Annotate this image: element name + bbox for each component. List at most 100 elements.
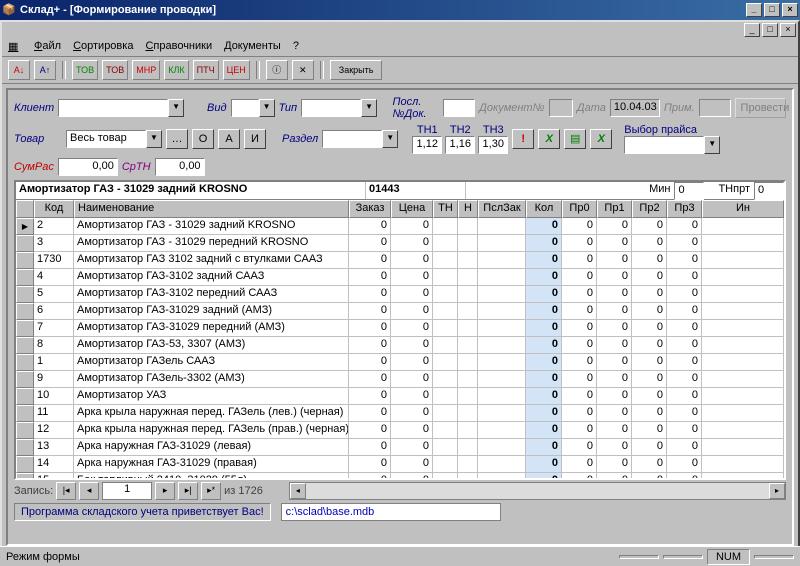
- col-cena[interactable]: Цена: [391, 200, 433, 218]
- tn1-label: ТН1: [412, 124, 442, 136]
- close-form-button[interactable]: Закрыть: [330, 60, 383, 80]
- mnr-button[interactable]: МНР: [132, 60, 160, 80]
- table-row[interactable]: 1Амортизатор ГАЗель СААЗ0000000: [16, 354, 784, 371]
- chevron-down-icon[interactable]: ▼: [361, 99, 377, 117]
- tn2-label: ТН2: [445, 124, 475, 136]
- table-row[interactable]: 11Арка крыла наружная перед. ГАЗель (лев…: [16, 405, 784, 422]
- sort-desc-button[interactable]: A↑: [34, 60, 56, 80]
- table-row[interactable]: 2Амортизатор ГАЗ - 31029 задний KROSNO00…: [16, 218, 784, 235]
- tovar-o-button[interactable]: О: [192, 129, 214, 149]
- maximize-button[interactable]: □: [764, 3, 780, 17]
- col-in[interactable]: Ин: [702, 200, 784, 218]
- tovar-i-button[interactable]: И: [244, 129, 266, 149]
- col-pr0[interactable]: Пр0: [562, 200, 597, 218]
- table-row[interactable]: 14Арка наружная ГАЗ-31029 (правая)000000…: [16, 456, 784, 473]
- col-kol[interactable]: Кол: [526, 200, 562, 218]
- col-kod[interactable]: Код: [34, 200, 74, 218]
- col-pr1[interactable]: Пр1: [597, 200, 632, 218]
- mdi-maximize-button[interactable]: □: [762, 23, 778, 37]
- excel1-button[interactable]: X: [538, 129, 560, 149]
- col-pr2[interactable]: Пр2: [632, 200, 667, 218]
- menu-ref[interactable]: Справочники: [145, 40, 212, 54]
- nav-next-button[interactable]: ▸: [155, 482, 175, 500]
- client-combo[interactable]: ▼: [58, 99, 184, 117]
- tovar-dots-button[interactable]: …: [166, 129, 188, 149]
- mdi-minimize-button[interactable]: _: [744, 23, 760, 37]
- tov1-button[interactable]: ТОВ: [72, 60, 98, 80]
- chevron-down-icon[interactable]: ▼: [146, 130, 162, 148]
- min-label: Мин: [645, 182, 674, 199]
- table-row[interactable]: 8Амортизатор ГАЗ-53, 3307 (АМЗ)0000000: [16, 337, 784, 354]
- ptch-button[interactable]: ПТЧ: [193, 60, 219, 80]
- table-row[interactable]: 9Амортизатор ГАЗель-3302 (АМЗ)0000000: [16, 371, 784, 388]
- x-button[interactable]: ✕: [292, 60, 314, 80]
- menu-sort[interactable]: Сортировка: [73, 40, 133, 54]
- chevron-down-icon[interactable]: ▼: [168, 99, 184, 117]
- prim-field: [699, 99, 731, 117]
- tovar-a-button[interactable]: А: [218, 129, 240, 149]
- col-n[interactable]: Н: [458, 200, 478, 218]
- sheet-button[interactable]: ▤: [564, 129, 586, 149]
- nav-new-button[interactable]: ▸*: [201, 482, 221, 500]
- cen-button[interactable]: ЦЕН: [223, 60, 250, 80]
- excel2-button[interactable]: X: [590, 129, 612, 149]
- nav-current[interactable]: 1: [102, 482, 152, 500]
- chevron-down-icon[interactable]: ▼: [259, 99, 275, 117]
- sumras-field[interactable]: 0,00: [58, 158, 118, 176]
- grid-selected-code: 01443: [366, 182, 466, 199]
- mdi-close-button[interactable]: ×: [780, 23, 796, 37]
- table-row[interactable]: 3Амортизатор ГАЗ - 31029 передний KROSNO…: [16, 235, 784, 252]
- table-row[interactable]: 13Арка наружная ГАЗ-31029 (левая)0000000: [16, 439, 784, 456]
- col-zakaz[interactable]: Заказ: [349, 200, 391, 218]
- table-row[interactable]: 15Бак топливный 2410, 31029 (55л)0000000: [16, 473, 784, 480]
- table-row[interactable]: 1730Амортизатор ГАЗ 3102 задний с втулка…: [16, 252, 784, 269]
- table-row[interactable]: 7Амортизатор ГАЗ-31029 передний (АМЗ)000…: [16, 320, 784, 337]
- menu-docs[interactable]: Документы: [224, 40, 281, 54]
- col-name[interactable]: Наименование: [74, 200, 349, 218]
- scroll-right-icon[interactable]: ▸: [769, 483, 785, 499]
- provesti-button[interactable]: Провести: [735, 98, 786, 118]
- tnprt-field[interactable]: 0: [754, 182, 784, 200]
- sort-asc-button[interactable]: A↓: [8, 60, 30, 80]
- scroll-left-icon[interactable]: ◂: [290, 483, 306, 499]
- table-row[interactable]: 12Арка крыла наружная перед. ГАЗель (пра…: [16, 422, 784, 439]
- tovar-label: Товар: [14, 133, 62, 145]
- grid-body[interactable]: 2Амортизатор ГАЗ - 31029 задний KROSNO00…: [16, 218, 784, 480]
- chevron-down-icon[interactable]: ▼: [382, 130, 398, 148]
- nav-total: 1726: [238, 485, 262, 497]
- tovar-combo[interactable]: Весь товар▼: [66, 130, 162, 148]
- vid-combo[interactable]: ▼: [231, 99, 275, 117]
- table-row[interactable]: 6Амортизатор ГАЗ-31029 задний (АМЗ)00000…: [16, 303, 784, 320]
- nav-first-button[interactable]: |◂: [56, 482, 76, 500]
- col-pr3[interactable]: Пр3: [667, 200, 702, 218]
- klk-button[interactable]: КЛК: [164, 60, 188, 80]
- info-button[interactable]: ⓘ: [266, 60, 288, 80]
- minimize-button[interactable]: _: [746, 3, 762, 17]
- h-scrollbar[interactable]: ◂▸: [289, 482, 786, 500]
- col-tn[interactable]: ТН: [433, 200, 458, 218]
- tn2-field[interactable]: 1,16: [445, 136, 475, 154]
- nav-last-button[interactable]: ▸|: [178, 482, 198, 500]
- srtn-field[interactable]: 0,00: [155, 158, 205, 176]
- excl-button[interactable]: !: [512, 129, 534, 149]
- menubar: ▦ Файл Сортировка Справочники Документы …: [2, 38, 798, 57]
- tip-combo[interactable]: ▼: [301, 99, 377, 117]
- posldok-field[interactable]: [443, 99, 475, 117]
- price-combo[interactable]: ▼: [624, 136, 720, 154]
- nav-prev-button[interactable]: ◂: [79, 482, 99, 500]
- chevron-down-icon[interactable]: ▼: [704, 136, 720, 154]
- min-field[interactable]: 0: [674, 182, 704, 200]
- table-row[interactable]: 10Амортизатор УАЗ0000000: [16, 388, 784, 405]
- tn1-field[interactable]: 1,12: [412, 136, 442, 154]
- close-button[interactable]: ×: [782, 3, 798, 17]
- tov2-button[interactable]: ТОВ: [102, 60, 128, 80]
- table-row[interactable]: 4Амортизатор ГАЗ-3102 задний СААЗ0000000: [16, 269, 784, 286]
- menu-file[interactable]: Файл: [34, 40, 61, 54]
- razdel-combo[interactable]: ▼: [322, 130, 398, 148]
- table-row[interactable]: 5Амортизатор ГАЗ-3102 передний СААЗ00000…: [16, 286, 784, 303]
- vid-label: Вид: [207, 102, 227, 114]
- col-pslzak[interactable]: ПслЗак: [478, 200, 526, 218]
- status-num: NUM: [707, 549, 750, 565]
- menu-help[interactable]: ?: [293, 40, 299, 54]
- tn3-field[interactable]: 1,30: [478, 136, 508, 154]
